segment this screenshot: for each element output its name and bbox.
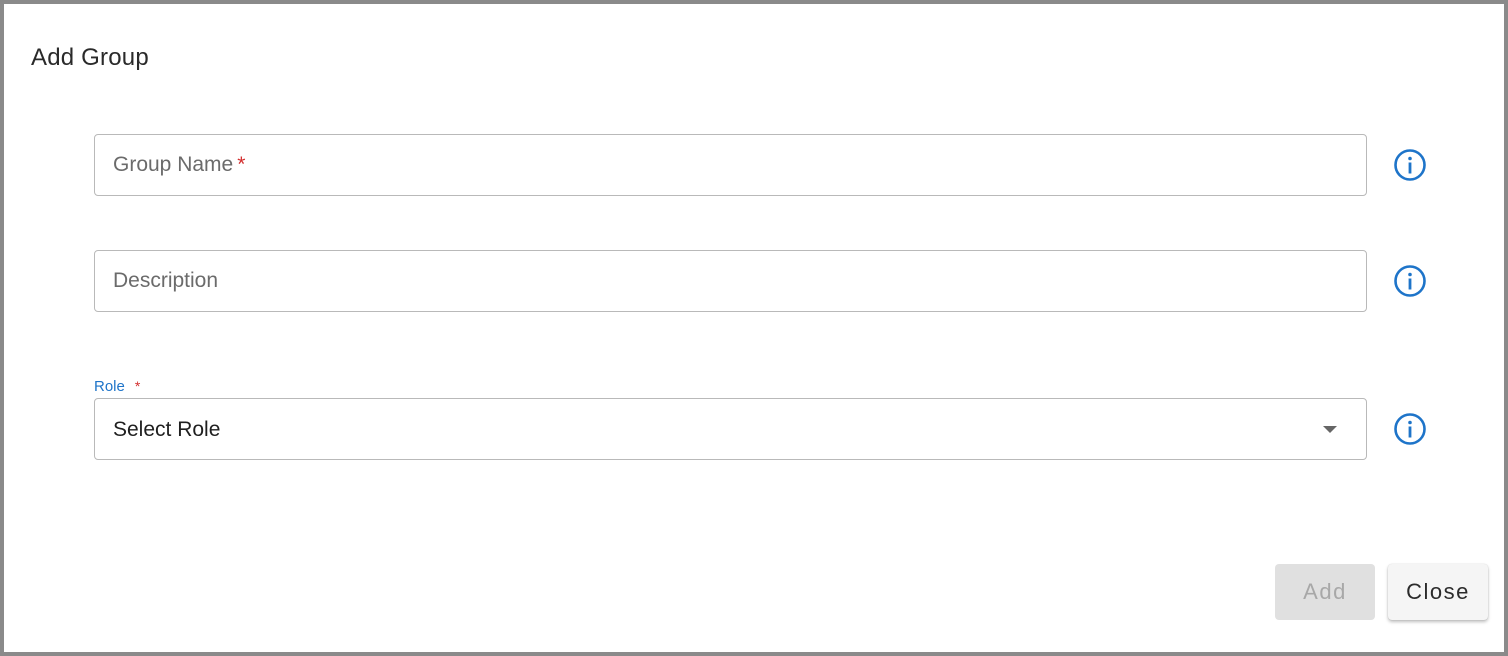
info-icon[interactable] bbox=[1393, 148, 1427, 182]
description-placeholder: Description bbox=[113, 269, 219, 292]
add-group-dialog: Add Group Group Name * Description Role * … bbox=[0, 0, 1508, 656]
role-select-value: Select Role bbox=[113, 418, 221, 441]
close-button[interactable]: Close bbox=[1388, 564, 1488, 620]
caret-down-icon[interactable] bbox=[1323, 426, 1337, 433]
info-icon[interactable] bbox=[1393, 412, 1427, 446]
group-name-placeholder: Group Name * bbox=[113, 153, 246, 176]
role-select[interactable]: Select Role bbox=[94, 398, 1367, 460]
required-mark: * bbox=[237, 153, 246, 176]
add-button[interactable]: Add bbox=[1275, 564, 1375, 620]
description-input[interactable]: Description bbox=[94, 250, 1367, 312]
info-icon[interactable] bbox=[1393, 264, 1427, 298]
group-name-input[interactable]: Group Name * bbox=[94, 134, 1367, 196]
dialog-title: Add Group bbox=[31, 44, 149, 71]
role-label: Role * bbox=[94, 378, 141, 395]
required-mark: * bbox=[134, 378, 141, 394]
